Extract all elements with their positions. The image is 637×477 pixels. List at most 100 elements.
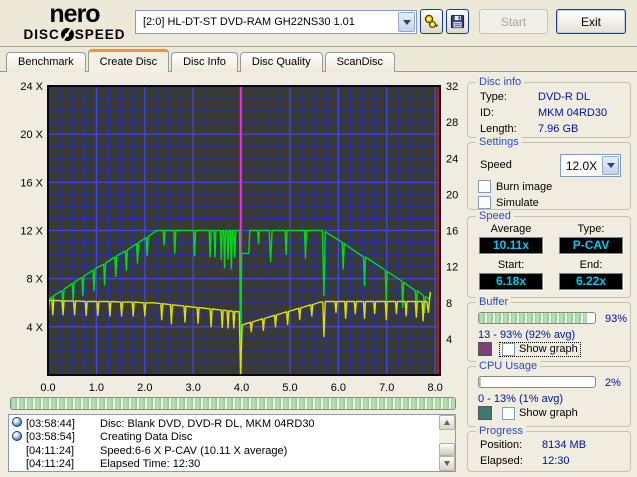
speed-select-value: 12.0X [565, 158, 598, 173]
svg-text:4 X: 4 X [26, 322, 43, 334]
log-time: [04:11:24] [26, 444, 75, 457]
buffer-level-bar [478, 312, 596, 324]
burn-image-label: Burn image [496, 180, 553, 193]
info-balloon-icon [12, 430, 22, 441]
svg-text:8.0: 8.0 [428, 382, 443, 394]
log-text: Disc: Blank DVD, DVD-R DL, MKM 04RD30 [100, 417, 315, 430]
speed-chart: 4 X 8 X 12 X 16 X 20 X 24 X 4 8 12 16 20 24 28 32 0.0 1… [20, 81, 458, 394]
start-speed-display: 6.18x [479, 273, 543, 290]
disc-length-label: Length: [480, 123, 517, 135]
svg-text:32: 32 [446, 81, 458, 93]
log-entry: [04:11:24] Elapsed Time: 12:30 [12, 458, 437, 472]
disc-id-label: ID: [480, 107, 495, 119]
speed-box-title: Speed [476, 210, 514, 222]
cpu-show-graph-checkbox[interactable] [502, 406, 515, 420]
log-text: Elapsed Time: 12:30 [100, 458, 201, 471]
arrow-up-icon [444, 420, 450, 425]
speed-setting-label: Speed [480, 159, 512, 171]
groupbox-disc-info: Disc info Type: DVD-R DL ID: MKM 04RD30 Le… [467, 76, 631, 138]
scroll-thumb[interactable] [439, 443, 455, 456]
tab-scandisc[interactable]: ScanDisc [324, 52, 396, 72]
buffer-percent: 93% [605, 313, 628, 325]
svg-text:24: 24 [446, 153, 458, 165]
svg-text:8 X: 8 X [26, 274, 43, 286]
svg-text:5.0: 5.0 [282, 382, 297, 394]
tab-create-disc[interactable]: Create Disc [87, 49, 170, 72]
tab-disc-quality[interactable]: Disc Quality [239, 52, 323, 72]
keys-icon [424, 14, 439, 29]
log-entry: [03:58:54] Creating Data Disc [12, 430, 437, 445]
speed-type-display: P-CAV [559, 237, 623, 254]
speed-type-label: Type: [577, 223, 605, 235]
buffer-show-graph-checkbox[interactable] [502, 342, 515, 356]
log-rows: [03:58:44] Disc: Blank DVD, DVD-R DL, MK… [12, 417, 437, 471]
svg-text:12 X: 12 X [20, 226, 43, 238]
cpu-show-graph-option[interactable]: Show graph [500, 406, 580, 420]
exit-button[interactable]: Exit [556, 9, 626, 34]
cpu-show-graph-label: Show graph [519, 407, 578, 419]
svg-text:2.0: 2.0 [137, 382, 152, 394]
svg-text:4: 4 [446, 334, 452, 346]
start-button[interactable]: Start [479, 9, 548, 34]
groupbox-buffer: Buffer 93% 13 - 93% (92% avg) Show graph [467, 296, 631, 362]
speed-select[interactable]: 12.0X [560, 154, 621, 177]
log-scrollbar[interactable] [439, 415, 455, 471]
log-time: [04:11:24] [26, 458, 75, 471]
svg-text:1.0: 1.0 [89, 382, 104, 394]
position-value: 8134 MB [542, 439, 587, 451]
buffer-title: Buffer [476, 296, 512, 308]
elapsed-label: Elapsed: [480, 455, 523, 467]
log-entry: [03:58:44] Disc: Blank DVD, DVD-R DL, MK… [12, 417, 437, 431]
average-speed-display: 10.11x [479, 237, 543, 254]
log-time: [03:58:54] [26, 431, 75, 444]
settings-title: Settings [476, 136, 522, 148]
svg-text:7.0: 7.0 [379, 382, 394, 394]
nero-discspeed-logo: nero DISC SPEED [22, 2, 127, 42]
buffer-graph-color-swatch [478, 342, 492, 356]
burn-progress-bar [10, 397, 456, 410]
chevron-down-icon [606, 163, 615, 168]
log-text: Creating Data Disc [100, 431, 193, 444]
cpu-usage-fill [479, 377, 482, 387]
drive-selector-combobox[interactable]: [2:0] HL-DT-ST DVD-RAM GH22NS30 1.01 [135, 10, 417, 34]
status-log: [03:58:44] Disc: Blank DVD, DVD-R DL, MK… [8, 414, 456, 472]
groupbox-speed: Speed Average Type: 10.11x P-CAV Start: … [467, 210, 631, 298]
drive-selector-dropdown-button[interactable] [398, 12, 415, 32]
svg-text:28: 28 [446, 117, 458, 129]
product-text-right: SPEED [74, 27, 126, 42]
groupbox-settings: Settings Speed 12.0X Burn image Simulate [467, 136, 631, 210]
svg-text:12: 12 [446, 262, 458, 274]
svg-text:20: 20 [446, 189, 458, 201]
svg-text:8: 8 [446, 298, 452, 310]
burn-progress-fill [11, 398, 455, 409]
log-entry: [04:11:24] Speed:6-6 X P-CAV (10.11 X av… [12, 444, 437, 458]
save-floppy-icon [450, 14, 465, 29]
simulate-label: Simulate [496, 196, 539, 209]
scroll-up-button[interactable] [439, 415, 455, 430]
buffer-level-fill [479, 313, 587, 323]
disc-info-title: Disc info [476, 76, 525, 88]
groupbox-cpu: CPU Usage 2% 0 - 13% (1% avg) Show graph [467, 360, 631, 427]
cpu-range: 0 - 13% (1% avg) [478, 393, 563, 405]
scroll-down-button[interactable] [439, 456, 455, 471]
buffer-show-graph-option[interactable]: Show graph [499, 341, 581, 357]
disc-type-value: DVD-R DL [538, 91, 590, 103]
brand-text: nero [49, 0, 100, 28]
burn-image-checkbox[interactable] [478, 180, 491, 193]
elapsed-value: 12:30 [542, 455, 570, 467]
speed-select-dropdown-button[interactable] [602, 156, 619, 175]
simulate-checkbox[interactable] [478, 196, 491, 209]
disc-length-value: 7.96 GB [538, 123, 579, 135]
drive-selector-value: [2:0] HL-DT-ST DVD-RAM GH22NS30 1.01 [143, 16, 355, 28]
groupbox-progress: Progress Position: 8134 MB Elapsed: 12:30 [467, 425, 631, 472]
progress-title: Progress [476, 425, 527, 437]
cpu-usage-bar [478, 376, 596, 388]
cpu-graph-color-swatch [478, 406, 492, 420]
options-button[interactable] [420, 9, 443, 34]
save-button[interactable] [446, 9, 469, 34]
log-time: [03:58:44] [26, 417, 75, 430]
tab-disc-info[interactable]: Disc Info [171, 52, 238, 72]
svg-text:4.0: 4.0 [234, 382, 249, 394]
tab-benchmark[interactable]: Benchmark [6, 52, 86, 72]
average-speed-label: Average [490, 223, 532, 235]
